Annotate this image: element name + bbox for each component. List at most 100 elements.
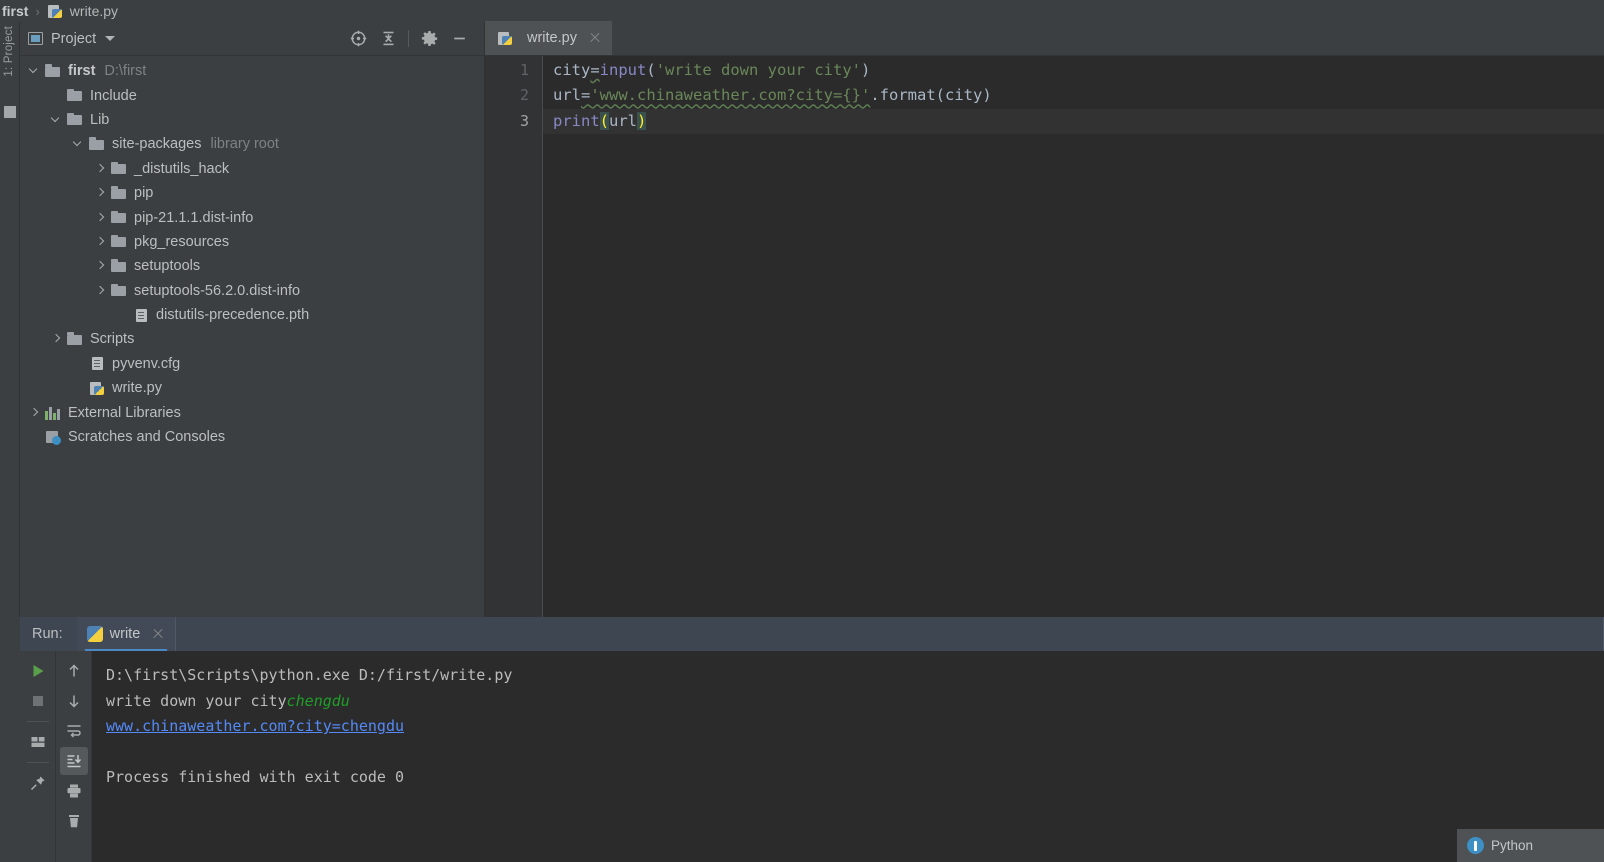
file-icon [133, 308, 150, 323]
tree-item-include[interactable]: Include [20, 83, 484, 107]
arrow-down-icon[interactable] [60, 687, 88, 715]
tree-item-suffix: D:\first [104, 63, 147, 80]
notification-popup[interactable]: Python [1457, 829, 1604, 862]
breadcrumb-separator: › [35, 3, 40, 19]
chevron-down-icon[interactable] [28, 64, 42, 78]
chevron-right-icon[interactable] [94, 235, 108, 249]
folder-icon [45, 64, 62, 79]
stop-icon[interactable] [24, 687, 52, 715]
tree-item-setuptools-56-2-0-dist-info[interactable]: setuptools-56.2.0.dist-info [20, 279, 484, 303]
code-token-dot: . [870, 86, 880, 105]
code-token-method: format [879, 86, 936, 105]
run-tab-write[interactable]: write [76, 617, 176, 651]
code-token-var: city [553, 61, 591, 79]
tree-item-pip[interactable]: pip [20, 181, 484, 205]
run-tab-label: write [109, 626, 141, 642]
close-icon[interactable] [588, 31, 602, 45]
code-token-string: 'www.chinaweather.com?city={}' [590, 86, 871, 105]
chevron-right-icon[interactable] [94, 186, 108, 200]
chevron-right-icon[interactable] [94, 284, 108, 298]
arrow-up-icon[interactable] [60, 657, 88, 685]
layout-icon[interactable] [24, 728, 52, 756]
trash-icon[interactable] [60, 807, 88, 835]
folder-icon [111, 186, 128, 201]
line-number: 2 [519, 86, 529, 105]
info-icon [1467, 837, 1484, 854]
tree-item-label: distutils-precedence.pth [156, 307, 310, 324]
left-tool-strip-top: 1: Project [0, 22, 20, 617]
chevron-down-icon[interactable] [50, 113, 64, 127]
breadcrumb-project[interactable]: first [2, 3, 28, 19]
chevron-down-icon[interactable] [105, 36, 116, 41]
folder-icon [111, 234, 128, 249]
locate-icon[interactable] [343, 25, 373, 53]
folder-icon [111, 161, 128, 176]
tree-item-external-libraries[interactable]: External Libraries [20, 400, 484, 424]
chevron-right-icon[interactable] [50, 332, 64, 346]
folder-icon [67, 332, 84, 347]
tree-item-label: Include [90, 87, 137, 104]
code-token-rparen: ) [982, 86, 992, 105]
folder-icon [111, 210, 128, 225]
tree-item-label: setuptools [134, 258, 201, 275]
collapse-all-icon[interactable] [373, 25, 403, 53]
chevron-right-icon[interactable] [28, 406, 42, 420]
close-icon[interactable] [151, 627, 165, 641]
tree-item-setuptools[interactable]: setuptools [20, 254, 484, 278]
code-line-1[interactable]: city=input('write down your city') [543, 58, 1604, 83]
editor-tab-write-py[interactable]: write.py [485, 21, 612, 55]
code-token-string: 'write down your city' [655, 61, 861, 79]
python-file-icon [497, 31, 514, 46]
run-icon[interactable] [24, 657, 52, 685]
tree-item-write-py[interactable]: write.py [20, 376, 484, 400]
code-token-op: = [581, 86, 591, 105]
tree-item-distutils-hack[interactable]: _distutils_hack [20, 157, 484, 181]
toolbar-divider [26, 721, 49, 722]
run-header-filler [176, 617, 1603, 651]
code-line-2[interactable]: url='www.chinaweather.com?city={}'.forma… [543, 83, 1604, 108]
console-exit-message: Process finished with exit code 0 [106, 768, 405, 786]
chevron-down-icon[interactable] [72, 137, 86, 151]
tree-item-site-packages[interactable]: site-packages library root [20, 132, 484, 156]
scroll-to-end-icon[interactable] [59, 747, 88, 775]
code-token-func: input [599, 61, 647, 79]
console-link-line[interactable]: www.chinaweather.com?city=chengdu [106, 714, 1604, 740]
code-token-rparen: ) [637, 111, 647, 130]
breadcrumb-file[interactable]: write.py [70, 3, 118, 19]
soft-wrap-icon[interactable] [60, 717, 88, 745]
tree-item-first[interactable]: first D:\first [20, 59, 484, 83]
tree-item-scratches-and-consoles[interactable]: Scratches and Consoles [20, 425, 484, 449]
project-panel-icon [28, 32, 43, 45]
chevron-right-icon[interactable] [94, 259, 108, 273]
code-token-arg: url [609, 111, 638, 130]
tree-item-scripts[interactable]: Scripts [20, 327, 484, 351]
tree-item-pip-21-1-1-dist-info[interactable]: pip-21.1.1.dist-info [20, 205, 484, 229]
chevron-right-icon[interactable] [94, 211, 108, 225]
gear-icon[interactable] [414, 25, 444, 53]
console-user-input: chengdu [286, 691, 350, 710]
minimize-icon[interactable] [444, 25, 474, 53]
code-area: 1 2 3 city=input('write down your city')… [485, 56, 1604, 617]
tree-item-pyvenv-cfg[interactable]: pyvenv.cfg [20, 352, 484, 376]
tree-item-label: Scripts [90, 331, 135, 348]
run-tool-window-header: Run: write [20, 617, 1604, 651]
pin-icon[interactable] [24, 769, 52, 797]
tree-item-label: pip [134, 185, 154, 202]
code-editor[interactable]: city=input('write down your city') url='… [543, 56, 1604, 617]
tool-window-icon-project[interactable] [4, 106, 16, 118]
code-token-func: print [553, 111, 600, 130]
code-line-3[interactable]: print(url) [543, 108, 1604, 134]
tree-item-distutils-precedence-pth[interactable]: distutils-precedence.pth [20, 303, 484, 327]
tool-window-button-project[interactable]: 1: Project [3, 26, 15, 77]
chevron-right-icon[interactable] [94, 162, 108, 176]
console-output[interactable]: D:\first\Scripts\python.exe D:/first/wri… [92, 651, 1604, 862]
tree-item-pkg-resources[interactable]: pkg_resources [20, 230, 484, 254]
folder-icon [67, 112, 84, 127]
tree-item-label: _distutils_hack [134, 160, 230, 177]
tree-item-lib[interactable]: Lib [20, 108, 484, 132]
console-prompt: write down your city [106, 691, 287, 710]
project-panel: Project first D:\first Include Lib site-… [20, 22, 485, 617]
console-url-link[interactable]: www.chinaweather.com?city=chengdu [106, 717, 404, 735]
print-icon[interactable] [60, 777, 88, 805]
